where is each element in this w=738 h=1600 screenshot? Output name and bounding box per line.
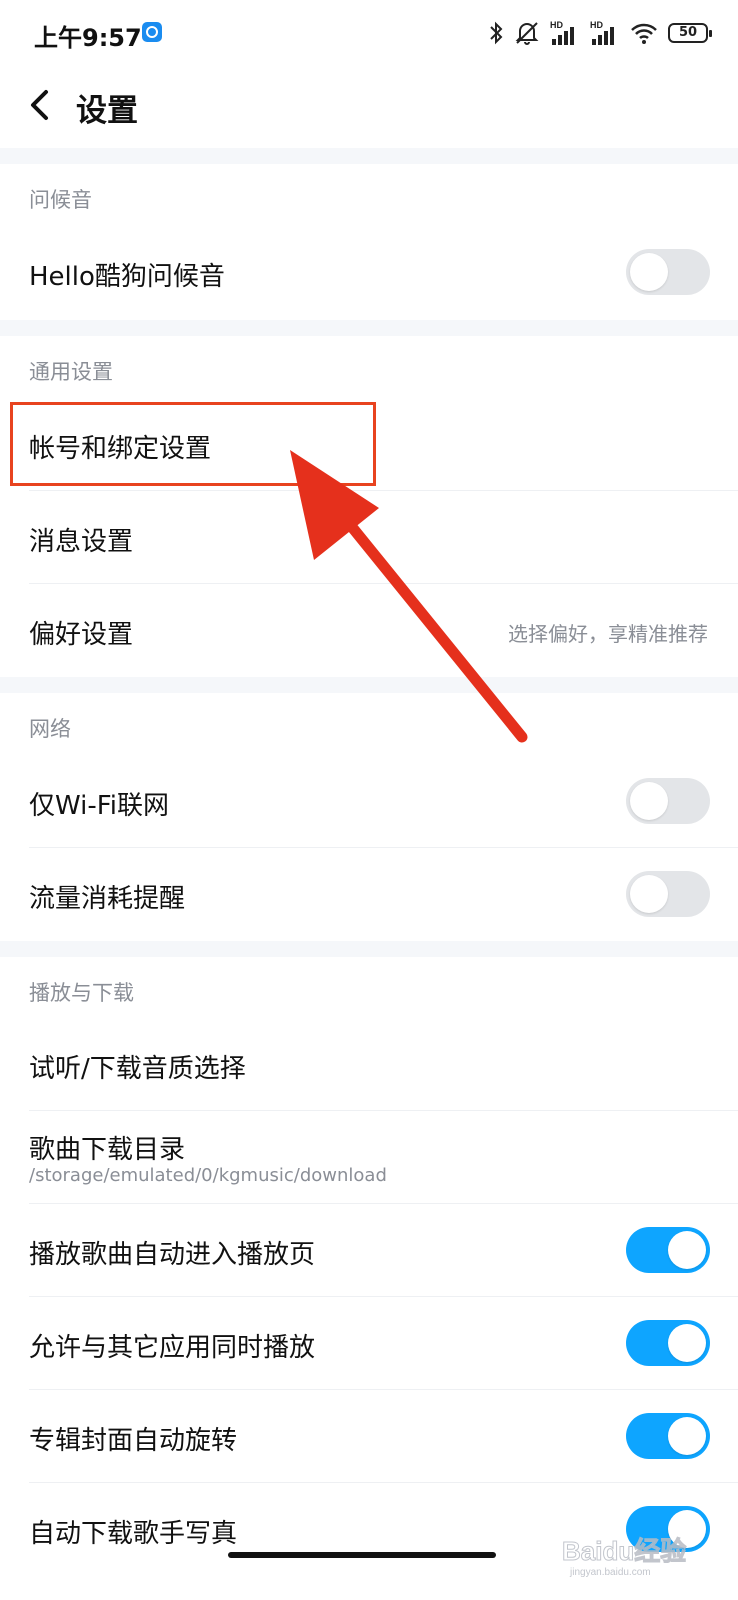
row-label: 歌曲下载目录 <box>29 1135 186 1165</box>
page-title: 设置 <box>76 93 138 129</box>
svg-text:jingyan.baidu.com: jingyan.baidu.com <box>569 1567 651 1578</box>
back-button[interactable] <box>20 80 64 130</box>
battery-icon: 50 <box>668 23 712 43</box>
row-label: 播放歌曲自动进入播放页 <box>29 1240 316 1270</box>
svg-text:Baidu经验: Baidu经验 <box>562 1536 686 1566</box>
simultaneous-play-toggle[interactable] <box>626 1320 710 1366</box>
hd-signal-icon: HD <box>590 20 614 45</box>
section-divider <box>0 148 738 164</box>
status-time: 上午9:57 <box>34 24 142 52</box>
toggle-knob <box>630 875 668 913</box>
row-label: 消息设置 <box>29 527 134 557</box>
preference-hint: 选择偏好，享精准推荐 <box>508 622 708 646</box>
row-label: 仅Wi-Fi联网 <box>29 791 170 821</box>
row-album-cover-rotate[interactable]: 专辑封面自动旋转 <box>0 1390 738 1482</box>
home-indicator[interactable] <box>228 1552 496 1558</box>
toggle-knob <box>668 1231 706 1269</box>
svg-text:HD: HD <box>550 20 563 30</box>
toggle-knob <box>668 1324 706 1362</box>
section-label-greeting: 问候音 <box>29 188 92 212</box>
row-label: 自动下载歌手写真 <box>29 1519 238 1549</box>
row-label: 试听/下载音质选择 <box>29 1054 246 1084</box>
row-download-directory[interactable]: 歌曲下载目录 /storage/emulated/0/kgmusic/downl… <box>0 1111 738 1203</box>
section-label-network: 网络 <box>29 717 71 741</box>
status-icons: HD HD 50 <box>488 16 712 50</box>
row-label: Hello酷狗问候音 <box>29 262 225 292</box>
wifi-icon <box>631 23 657 44</box>
section-label-playback: 播放与下载 <box>29 981 134 1005</box>
page-header: 设置 <box>0 68 738 148</box>
data-usage-toggle[interactable] <box>626 871 710 917</box>
row-label: 允许与其它应用同时播放 <box>29 1333 316 1363</box>
section-divider <box>0 320 738 336</box>
row-message-settings[interactable]: 消息设置 <box>0 491 738 583</box>
row-quality-selection[interactable]: 试听/下载音质选择 <box>0 1018 738 1110</box>
toggle-knob <box>630 782 668 820</box>
annotation-highlight-box <box>10 402 376 486</box>
baidu-watermark-logo: Baidu经验 jingyan.baidu.com <box>562 1536 687 1579</box>
auto-enter-player-toggle[interactable] <box>626 1227 710 1273</box>
row-allow-simultaneous-play[interactable]: 允许与其它应用同时播放 <box>0 1297 738 1389</box>
status-bar: 上午9:57 HD HD 50 <box>0 0 738 68</box>
row-preference-settings[interactable]: 偏好设置 选择偏好，享精准推荐 <box>0 584 738 676</box>
toggle-knob <box>668 1417 706 1455</box>
svg-text:HD: HD <box>590 20 603 30</box>
row-label: 偏好设置 <box>29 620 134 650</box>
wifi-only-toggle[interactable] <box>626 778 710 824</box>
row-label: 专辑封面自动旋转 <box>29 1426 238 1456</box>
row-hello-greeting[interactable]: Hello酷狗问候音 <box>0 226 738 318</box>
hd-signal-icon: HD <box>550 20 574 45</box>
section-divider <box>0 941 738 957</box>
settings-screen: 上午9:57 HD HD 50 设置 问候音 Hello酷狗问候音 通用设置 帐… <box>0 0 738 1600</box>
row-auto-enter-player[interactable]: 播放歌曲自动进入播放页 <box>0 1204 738 1296</box>
bluetooth-icon <box>490 21 503 45</box>
kugou-app-icon <box>142 22 162 42</box>
hello-greeting-toggle[interactable] <box>626 249 710 295</box>
row-data-usage-reminder[interactable]: 流量消耗提醒 <box>0 848 738 940</box>
row-label: 流量消耗提醒 <box>29 884 186 914</box>
mute-bell-icon <box>515 22 539 45</box>
section-divider <box>0 677 738 693</box>
download-path: /storage/emulated/0/kgmusic/download <box>29 1165 387 1186</box>
album-cover-rotate-toggle[interactable] <box>626 1413 710 1459</box>
toggle-knob <box>630 253 668 291</box>
row-wifi-only[interactable]: 仅Wi-Fi联网 <box>0 755 738 847</box>
section-label-general: 通用设置 <box>29 360 113 384</box>
